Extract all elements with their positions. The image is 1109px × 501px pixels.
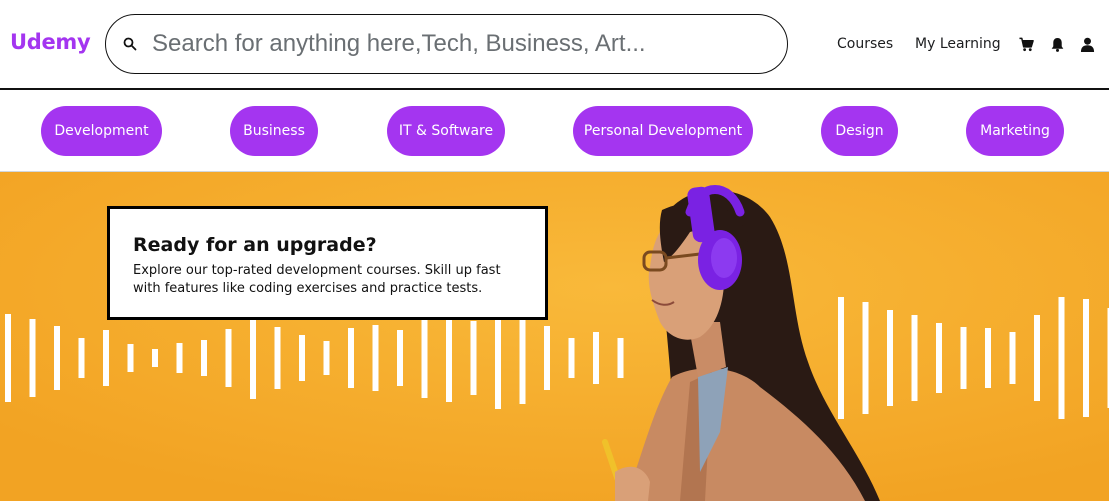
udemy-logo[interactable]: Udemy — [10, 30, 91, 54]
sound-wave-bar — [568, 338, 575, 378]
sound-wave-bar — [544, 326, 550, 390]
sound-wave-bar — [103, 330, 109, 386]
category-pill-it-software[interactable]: IT & Software — [387, 106, 505, 156]
sound-wave-bar — [495, 307, 501, 409]
sound-wave-bar — [127, 344, 134, 372]
sound-wave-bar — [201, 340, 207, 376]
sound-wave-bar — [78, 338, 85, 378]
sound-wave-bar — [911, 315, 918, 401]
top-header: Udemy Courses My Learning — [0, 0, 1109, 90]
sound-wave-bar — [1083, 299, 1089, 417]
category-pill-business[interactable]: Business — [230, 106, 318, 156]
sound-wave-bar — [5, 314, 11, 402]
hero-banner: Ready for an upgrade? Explore our top-ra… — [0, 172, 1109, 501]
hero-description: Explore our top-rated development course… — [133, 263, 501, 296]
sound-wave-bar — [470, 321, 477, 395]
hero-title: Ready for an upgrade? — [133, 234, 377, 256]
sound-wave-bar — [1058, 297, 1065, 419]
sound-wave-bar — [225, 329, 232, 387]
sound-wave-bar — [985, 328, 991, 388]
category-pill-personal-development[interactable]: Personal Development — [573, 106, 753, 156]
cart-icon[interactable] — [1019, 37, 1034, 52]
sound-wave-bar — [29, 319, 36, 397]
category-pill-development[interactable]: Development — [41, 106, 162, 156]
category-bar: Development Business IT & Software Perso… — [0, 92, 1109, 172]
sound-wave-bar — [838, 297, 844, 419]
sound-wave-bar — [593, 332, 599, 384]
sound-wave-bar — [323, 341, 330, 375]
sound-wave-bar — [960, 327, 967, 389]
search-input[interactable] — [152, 30, 752, 58]
sound-wave-bar — [152, 349, 158, 367]
sound-wave-bar — [274, 327, 281, 389]
hero-callout-card: Ready for an upgrade? Explore our top-ra… — [107, 206, 548, 320]
bell-icon[interactable] — [1050, 37, 1065, 52]
sound-wave-bar — [1009, 332, 1016, 384]
sound-wave-bar — [372, 325, 379, 391]
sound-wave-bar — [54, 326, 60, 390]
nav-courses-link[interactable]: Courses — [837, 36, 893, 52]
sound-wave-bar — [1034, 315, 1040, 401]
category-pill-design[interactable]: Design — [821, 106, 898, 156]
nav-my-learning-link[interactable]: My Learning — [915, 36, 1001, 52]
sound-wave-bar — [299, 335, 305, 381]
sound-wave-bar — [421, 318, 428, 398]
sound-wave-bar — [862, 302, 869, 414]
sound-wave-bar — [446, 314, 452, 402]
sound-wave-bar — [617, 338, 624, 378]
search-icon[interactable] — [123, 37, 137, 51]
sound-wave-bar — [519, 312, 526, 404]
user-icon[interactable] — [1080, 37, 1095, 52]
sound-wave-bar — [176, 343, 183, 373]
sound-wave-bar — [887, 310, 893, 406]
sound-wave-bar — [397, 330, 403, 386]
sound-wave-bar — [936, 323, 942, 393]
category-pill-marketing[interactable]: Marketing — [966, 106, 1064, 156]
search-bar[interactable] — [105, 14, 788, 74]
sound-wave-bar — [348, 328, 354, 388]
sound-wave-bar — [250, 317, 256, 399]
